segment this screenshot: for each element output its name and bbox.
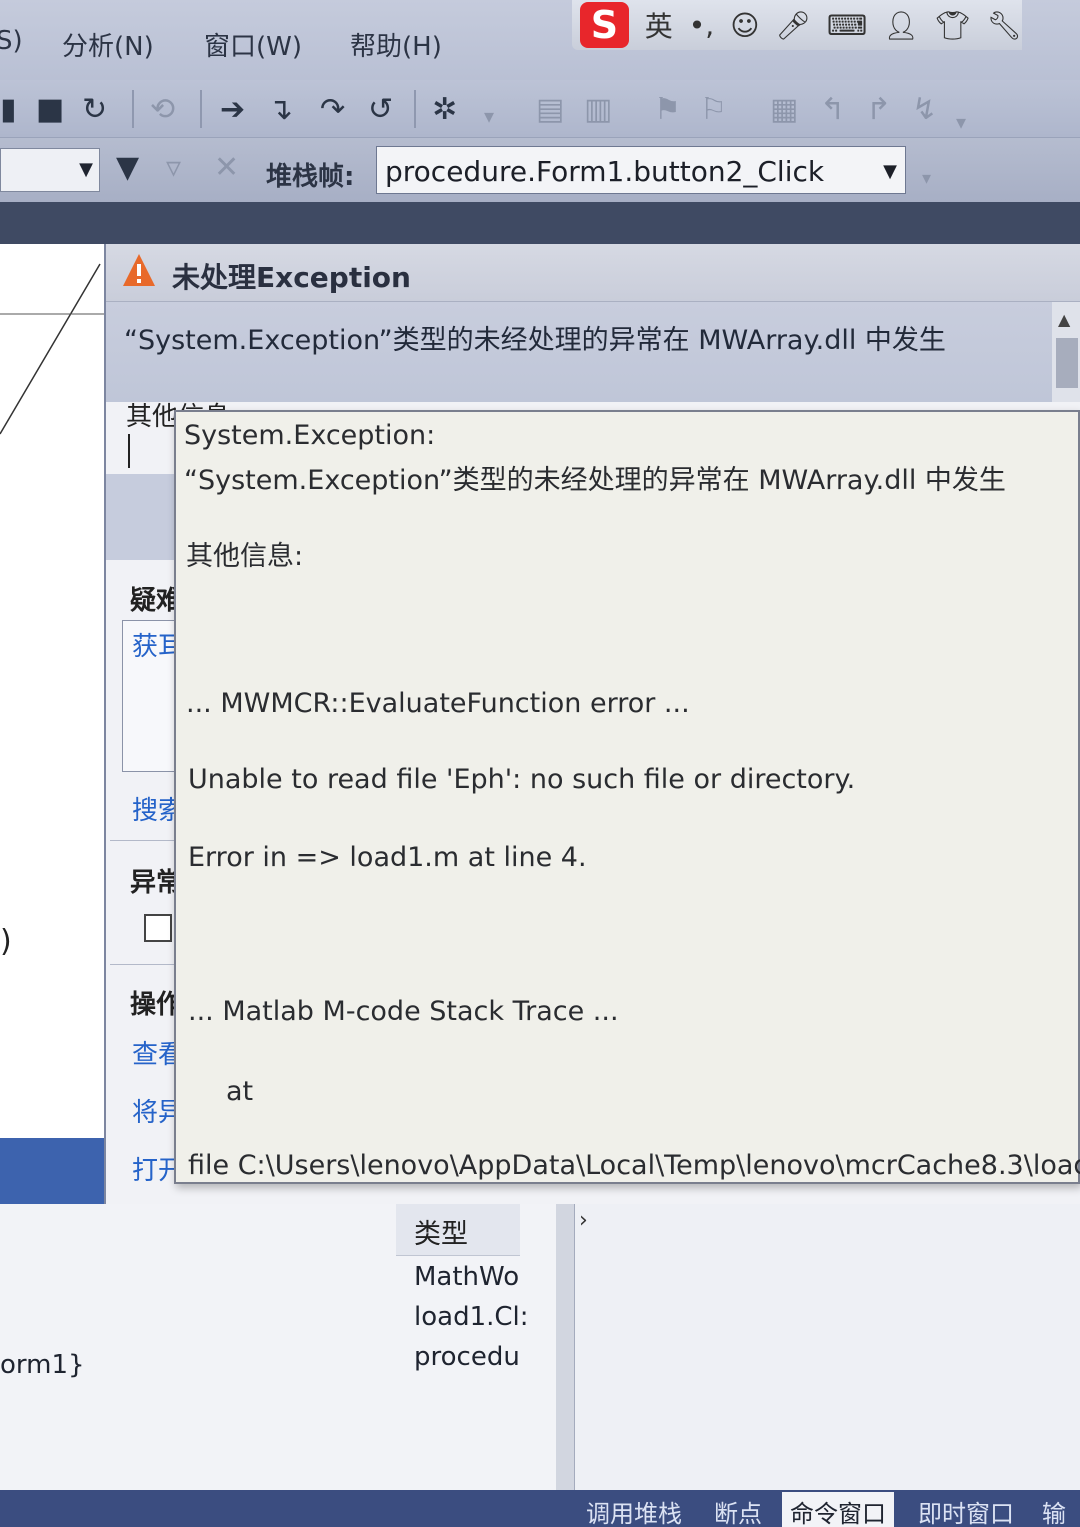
menu-bar: S) 分析(N) 窗口(W) 帮助(H) S 英 •, ☺ 🎤︎ ⌨ 👤︎ 👕︎… (0, 0, 1080, 80)
filter-toggle-icon[interactable]: ▿ (166, 150, 181, 185)
filter-icon[interactable]: ▼ (116, 150, 139, 185)
tooltip-line: “System.Exception”类型的未经处理的异常在 MWArray.dl… (184, 465, 1006, 496)
emoji-icon[interactable]: ☺ (730, 9, 759, 42)
tab-command-window[interactable]: 命令窗口 (782, 1492, 894, 1527)
step-into-icon[interactable]: ↴ (268, 92, 293, 127)
skin-icon[interactable]: 👕︎ (935, 9, 971, 42)
command-window-panel[interactable]: › (574, 1204, 1080, 1490)
call-stack-panel: 类型 MathWo load1.Cl: procedu orm1} (0, 1204, 574, 1490)
chevron-down-icon: ▼ (883, 161, 897, 182)
debug-toolbar: ▮ ■ ↻ ⟲ ➔ ↴ ↷ ↺ ✲ ▾ ▤ ▥ ⚑ ⚐ ▦ ↰ ↱ ↯ ▾ (0, 80, 1080, 138)
code-fragment: ) (0, 924, 12, 959)
exception-header: 未处理Exception (106, 244, 1080, 302)
tooltip-line: 其他信息: (186, 541, 304, 572)
chevron-right-icon[interactable]: › (579, 1208, 588, 1233)
uncomment-icon[interactable]: ▥ (584, 92, 612, 127)
restart-icon[interactable]: ↻ (82, 92, 107, 127)
microphone-icon[interactable]: 🎤︎ (775, 9, 811, 42)
exception-message: “System.Exception”类型的未经处理的异常在 MWArray.dl… (124, 325, 946, 356)
menu-item-window[interactable]: 窗口(W) (204, 26, 302, 63)
exception-detail-tooltip: System.Exception: “System.Exception”类型的未… (174, 410, 1080, 1184)
tab-immediate-window[interactable]: 即时窗口 (910, 1492, 1022, 1527)
tooltip-line: ... Matlab M-code Stack Trace ... (188, 996, 619, 1027)
tooltip-line: Unable to read file 'Eph': no such file … (188, 764, 856, 795)
tooltip-line: at (226, 1076, 254, 1107)
exception-message-box: “System.Exception”类型的未经处理的异常在 MWArray.dl… (106, 302, 1080, 402)
exception-pointer-line (0, 263, 104, 435)
column-header-type[interactable]: 类型 (396, 1204, 520, 1256)
scroll-thumb[interactable] (1056, 338, 1078, 388)
warning-icon (123, 254, 155, 286)
hex-display-icon[interactable]: ✲ (432, 92, 457, 127)
refresh-icon[interactable]: ⟲ (150, 92, 175, 127)
editor-status-band (0, 1138, 108, 1204)
step-out-icon[interactable]: ↺ (368, 92, 393, 127)
keyboard-icon[interactable]: ⌨ (827, 9, 867, 42)
toolbar-separator (414, 90, 416, 128)
panel-splitter[interactable] (556, 1204, 574, 1490)
stop-icon[interactable]: ■ (36, 92, 64, 127)
tab-call-stack[interactable]: 调用堆栈 (578, 1492, 690, 1527)
bookmark-clear-icon[interactable]: ↯ (912, 92, 937, 127)
message-scrollbar[interactable]: ▲ (1052, 302, 1080, 402)
bookmark-next-icon[interactable]: ⚐ (700, 92, 727, 127)
stack-frame-value: procedure.Form1.button2_Click (385, 155, 825, 188)
bookmark-next2-icon[interactable]: ↱ (866, 92, 891, 127)
chevron-down-icon: ▼ (79, 159, 93, 180)
text-caret (128, 434, 130, 468)
menu-item-partial[interactable]: S) (0, 26, 23, 56)
column-header-label: 类型 (414, 1219, 468, 1250)
ime-toolbar: S 英 •, ☺ 🎤︎ ⌨ 👤︎ 👕︎ 🔧︎ (572, 0, 1022, 50)
location-toolbar: ▼ ▼ ▿ ✕ 堆栈帧: procedure.Form1.button2_Cli… (0, 138, 1080, 202)
tooltip-line: System.Exception: (184, 420, 436, 451)
bookmark-icon[interactable]: ⚑ (654, 92, 681, 127)
break-on-exception-checkbox[interactable] (144, 914, 172, 942)
tooltip-line: file C:\Users\lenovo\AppData\Local\Temp\… (188, 1150, 1080, 1181)
table-cell: load1.Cl: (414, 1302, 529, 1332)
tooltip-line: ... MWMCR::EvaluateFunction error ... (186, 688, 690, 719)
table-cell: procedu (414, 1342, 520, 1372)
process-combo[interactable]: ▼ (0, 148, 100, 192)
exception-title: 未处理Exception (172, 261, 411, 294)
overflow-chevron-icon[interactable]: ▾ (484, 104, 494, 128)
code-editor[interactable]: ) (0, 244, 104, 1140)
flag-threads-icon[interactable]: ✕ (214, 150, 239, 185)
table-cell: orm1} (0, 1350, 85, 1380)
menu-item-help[interactable]: 帮助(H) (350, 26, 442, 63)
scroll-up-icon[interactable]: ▲ (1058, 310, 1070, 329)
tool-window-tabs: 调用堆栈 断点 命令窗口 即时窗口 输出 (0, 1490, 1080, 1527)
step-over-icon[interactable]: ↷ (320, 92, 345, 127)
pause-icon[interactable]: ▮ (0, 92, 17, 127)
tooltip-line: Error in => load1.m at line 4. (188, 842, 587, 873)
document-tab-strip (0, 202, 1080, 244)
stack-frame-combo[interactable]: procedure.Form1.button2_Click ▼ (376, 146, 906, 194)
toolbar-separator (200, 90, 202, 128)
overflow-chevron-icon[interactable]: ▾ (956, 110, 966, 134)
overflow-chevron-icon[interactable]: ▾ (922, 168, 931, 189)
table-cell: MathWo (414, 1262, 520, 1292)
comment-icon[interactable]: ▤ (536, 92, 564, 127)
toolbar-separator (132, 90, 134, 128)
tab-breakpoints[interactable]: 断点 (706, 1492, 770, 1527)
stack-frame-label: 堆栈帧: (266, 162, 355, 192)
wrench-icon[interactable]: 🔧︎ (986, 9, 1022, 42)
punctuation-icon[interactable]: •, (689, 9, 714, 42)
show-next-statement-icon[interactable]: ➔ (220, 92, 245, 127)
ime-logo[interactable]: S (580, 2, 629, 48)
user-icon[interactable]: 👤︎ (883, 9, 919, 42)
bookmark-toggle-icon[interactable]: ▦ (770, 92, 798, 127)
tab-output[interactable]: 输出 (1034, 1492, 1080, 1527)
menu-item-analyze[interactable]: 分析(N) (62, 26, 154, 63)
bookmark-prev-icon[interactable]: ↰ (820, 92, 845, 127)
ime-mode[interactable]: 英 (645, 5, 673, 45)
